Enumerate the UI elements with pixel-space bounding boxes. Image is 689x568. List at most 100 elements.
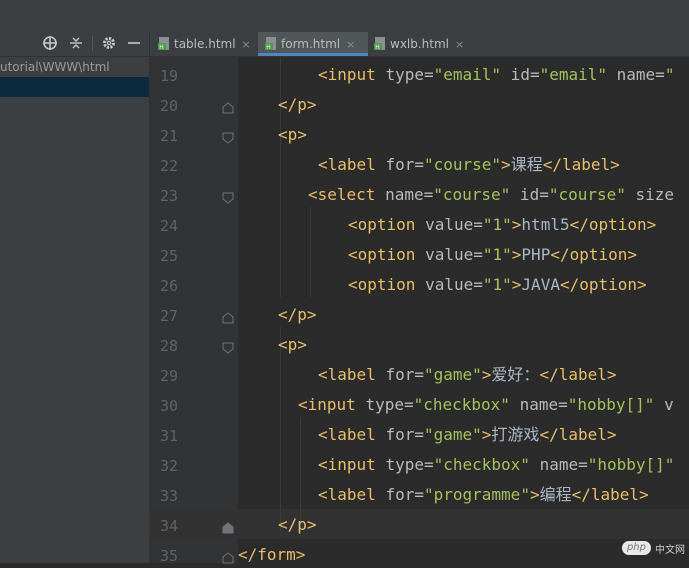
code-token: input	[327, 65, 376, 84]
close-icon[interactable]: ×	[242, 38, 251, 51]
code-token: 爱好：	[491, 365, 540, 384]
line-number: 23	[159, 187, 178, 205]
line-number: 27	[159, 307, 178, 325]
code-token: >	[627, 245, 638, 264]
code-token: "email"	[433, 65, 502, 84]
code-token: >	[606, 365, 617, 384]
code-token: label	[327, 425, 376, 444]
code-token: <	[348, 215, 358, 234]
tab-label: form.html	[281, 37, 341, 51]
code-token: >	[297, 335, 307, 354]
close-icon[interactable]: ×	[346, 38, 355, 51]
code-token: >	[511, 245, 522, 264]
code-token: >	[297, 125, 307, 144]
code-token: >	[481, 425, 492, 444]
tab-label: wxlb.html	[390, 37, 450, 51]
code-line: </p>	[278, 90, 317, 120]
code-token: value=	[415, 215, 483, 234]
code-token: >	[646, 215, 657, 234]
line-number: 20	[159, 97, 178, 115]
code-token: <	[318, 155, 328, 174]
code-token: </	[278, 305, 298, 324]
code-token: p	[297, 95, 307, 114]
fold-close-icon[interactable]	[222, 549, 234, 564]
code-token: type=	[355, 395, 414, 414]
line-number: 32	[159, 457, 178, 475]
code-token: "checkbox"	[433, 455, 530, 474]
code-token: "	[664, 65, 675, 84]
selected-tree-row[interactable]	[0, 77, 149, 97]
code-token: input	[327, 455, 376, 474]
watermark: php 中文网	[621, 539, 685, 557]
crosshair-icon[interactable]	[42, 35, 58, 51]
code-token: </	[278, 515, 298, 534]
gear-icon[interactable]	[101, 35, 117, 51]
fold-open-icon[interactable]	[222, 189, 234, 204]
code-line: </p>	[278, 300, 317, 330]
close-icon[interactable]: ×	[455, 38, 464, 51]
code-line: </p>	[278, 510, 317, 540]
code-token: <	[308, 185, 318, 204]
code-token: >	[306, 95, 317, 114]
code-line: <label for="game">爱好：</label>	[318, 360, 617, 390]
code-token: >	[306, 515, 317, 534]
line-number: 22	[159, 157, 178, 175]
code-token: <	[278, 335, 288, 354]
code-token: label	[327, 485, 376, 504]
code-token: "game"	[423, 425, 482, 444]
watermark-text: 中文网	[655, 544, 685, 556]
code-token: <	[318, 65, 328, 84]
code-line: <input type="checkbox" name="hobby[]" v	[298, 390, 674, 420]
toolbar-divider	[92, 36, 93, 51]
code-token: label	[561, 155, 611, 174]
tab-table-html[interactable]: Htable.html ×	[158, 32, 258, 56]
code-token: JAVA	[521, 275, 560, 294]
editor-tabs: Htable.html × Hform.html × Hwxlb.html ×	[150, 32, 689, 57]
tab-form-html[interactable]: Hform.html ×	[258, 32, 368, 56]
code-token: "checkbox"	[413, 395, 510, 414]
code-token: "hobby[]"	[567, 395, 655, 414]
code-line: <select name="course" id="course" size	[308, 180, 674, 210]
code-token: for=	[375, 425, 424, 444]
code-token: </	[278, 95, 298, 114]
code-editor[interactable]: <input type="email" id="email" name=" </p…	[238, 57, 689, 563]
code-token: </	[542, 155, 562, 174]
code-line: <option value="1">JAVA</option>	[348, 270, 647, 300]
indent-guide	[310, 207, 311, 297]
code-line: </form>	[238, 540, 305, 563]
fold-open-icon[interactable]	[222, 339, 234, 354]
html-file-icon: H	[265, 34, 277, 51]
code-token: option	[357, 245, 416, 264]
svg-text:H: H	[266, 44, 271, 50]
code-token: >	[639, 485, 649, 504]
code-token: </	[539, 365, 559, 384]
code-token: 课程	[510, 155, 543, 174]
line-number: 25	[159, 247, 178, 265]
code-token: <	[318, 485, 328, 504]
code-line: <p>	[278, 330, 307, 360]
code-token: input	[307, 395, 356, 414]
tab-wxlb-html[interactable]: Hwxlb.html ×	[374, 32, 474, 56]
code-token: >	[481, 365, 492, 384]
code-token: >	[295, 545, 306, 563]
fold-close-icon[interactable]	[222, 99, 234, 114]
code-token: "1"	[482, 245, 512, 264]
collapse-icon[interactable]	[68, 35, 84, 51]
code-token: value=	[415, 245, 483, 264]
project-path[interactable]: utorial\WWW\html	[0, 57, 149, 77]
svg-text:H: H	[375, 44, 380, 50]
fold-open-icon[interactable]	[222, 129, 234, 144]
fold-close-icon[interactable]	[222, 519, 234, 534]
code-token: <	[348, 275, 358, 294]
code-token: <	[278, 125, 288, 144]
code-token: "1"	[482, 215, 512, 234]
fold-close-icon[interactable]	[222, 309, 234, 324]
hide-icon[interactable]	[126, 35, 142, 51]
code-token: >	[637, 275, 647, 294]
code-token: option	[579, 275, 638, 294]
code-token: "course"	[548, 185, 626, 204]
code-token: PHP	[521, 245, 551, 264]
code-token: </	[559, 275, 580, 294]
code-token: type=	[375, 65, 434, 84]
code-token: select	[317, 185, 376, 204]
